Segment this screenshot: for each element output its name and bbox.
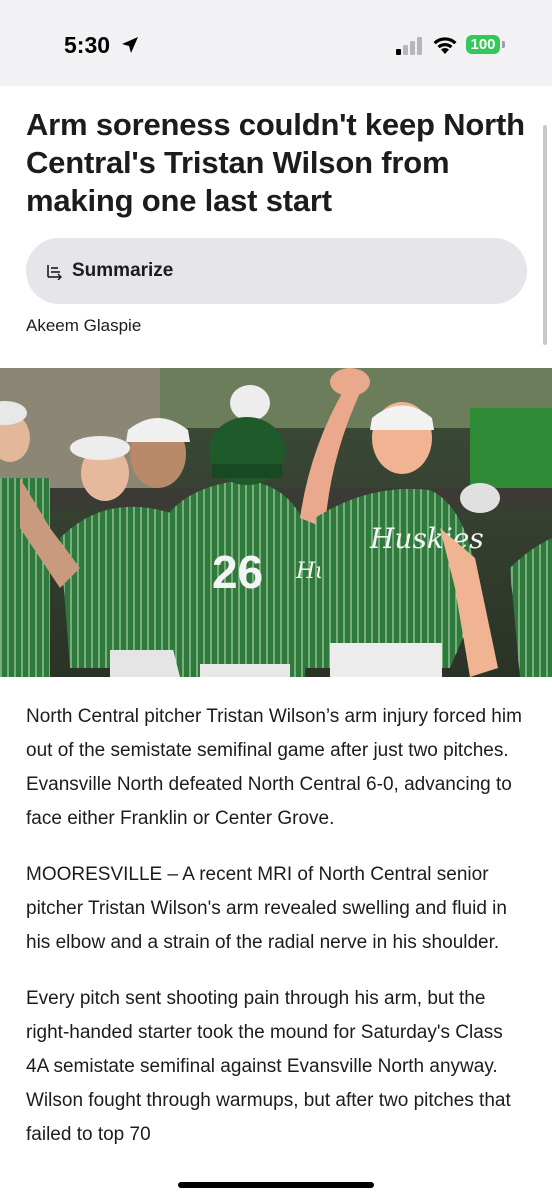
article-body: North Central pitcher Tristan Wilson’s a… bbox=[26, 700, 530, 1174]
article-headline: Arm soreness couldn't keep North Central… bbox=[26, 107, 525, 218]
summary-point-2: Evansville North defeated North Central … bbox=[26, 774, 512, 829]
player-number: 26 bbox=[212, 546, 263, 598]
article-summary: North Central pitcher Tristan Wilson’s a… bbox=[26, 700, 530, 836]
summarize-label: Summarize bbox=[72, 260, 174, 281]
hero-photo[interactable]: 26 Husk Huskies bbox=[0, 368, 552, 677]
article-paragraph: MOORESVILLE – A recent MRI of North Cent… bbox=[26, 864, 507, 953]
summary-point-1: North Central pitcher Tristan Wilson’s a… bbox=[26, 706, 522, 761]
article-paragraph: Every pitch sent shooting pain through h… bbox=[26, 988, 511, 1145]
battery-level: 100 bbox=[470, 36, 496, 53]
baseball-team-photo: 26 Husk Huskies bbox=[0, 368, 552, 677]
author-byline[interactable]: Akeem Glaspie bbox=[26, 316, 141, 336]
home-indicator[interactable] bbox=[178, 1182, 374, 1188]
status-bar: 5:30 100 bbox=[0, 0, 552, 86]
location-arrow-icon bbox=[122, 37, 138, 53]
battery-tip bbox=[502, 41, 505, 48]
battery-icon: 100 bbox=[466, 35, 500, 54]
cellular-signal-icon bbox=[396, 37, 422, 55]
summarize-icon bbox=[47, 265, 62, 280]
wifi-icon bbox=[433, 37, 457, 54]
jersey-script: Huskies bbox=[369, 522, 484, 555]
scroll-indicator[interactable] bbox=[543, 125, 547, 345]
status-time: 5:30 bbox=[64, 32, 111, 58]
summarize-button[interactable]: Summarize bbox=[26, 238, 527, 304]
